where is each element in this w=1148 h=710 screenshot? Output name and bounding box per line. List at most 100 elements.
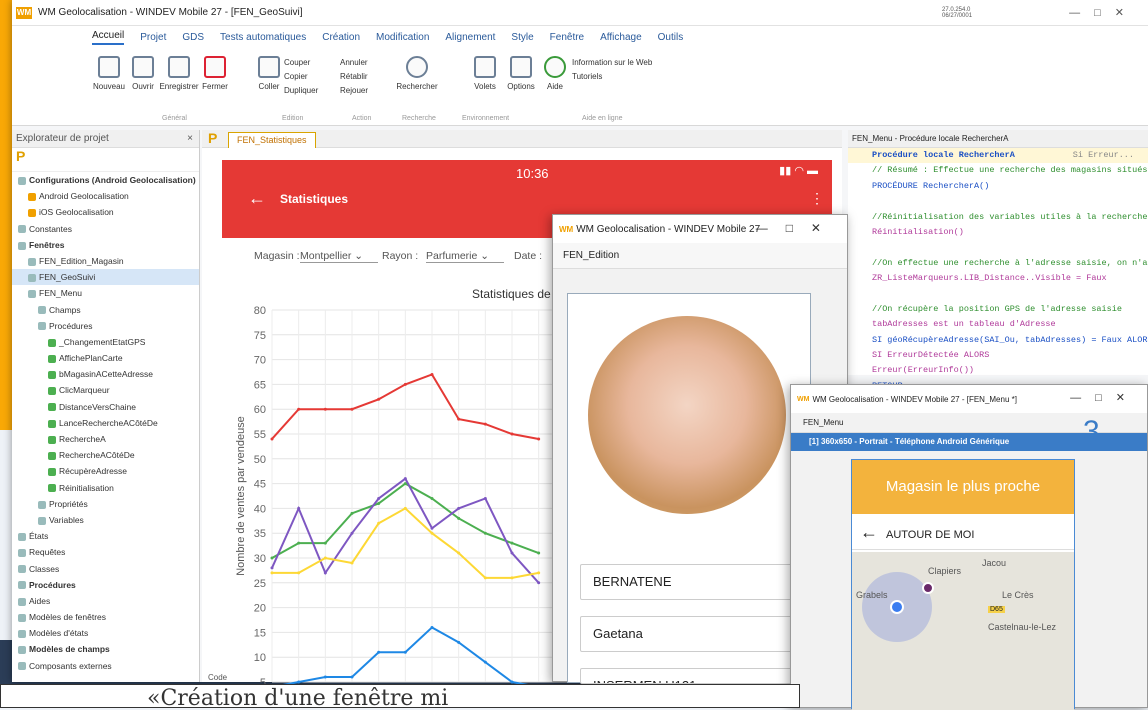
code-line[interactable]: //On effectue une recherche à l'adresse … — [848, 256, 1148, 271]
data-point — [537, 571, 541, 575]
lastname-field[interactable]: BERNATENE — [580, 564, 804, 600]
clipboard-group[interactable]: Couper Copier Dupliquer — [284, 56, 326, 98]
code-line[interactable]: //On récupère la position GPS de l'adres… — [848, 302, 1148, 317]
map-marker-icon[interactable] — [922, 582, 934, 594]
search-button[interactable]: Rechercher — [392, 56, 442, 91]
menu-item[interactable]: Fenêtre — [550, 32, 584, 43]
tree-item[interactable]: Modèles de fenêtres — [12, 609, 199, 625]
code-tab[interactable]: FEN_Menu - Procédure locale RechercherA — [848, 130, 1148, 148]
menu-bar: Accueil Projet GDS Tests automatiques Créati… — [12, 26, 1148, 48]
explorer-title: Explorateur de projet × — [12, 130, 199, 148]
copy-button[interactable]: Copier — [284, 70, 326, 84]
menu-item[interactable]: Accueil — [92, 30, 125, 45]
win2-controls[interactable]: —□✕ — [1070, 391, 1139, 404]
tree-item[interactable]: Procédures — [12, 577, 199, 593]
code-line[interactable]: Réinitialisation() — [848, 225, 1148, 240]
code-line[interactable] — [848, 194, 1148, 209]
window-controls[interactable]: —□✕ — [1069, 6, 1138, 19]
web-info-link[interactable]: Information sur le Web — [572, 56, 692, 70]
tree-item[interactable]: FEN_Edition_Magasin — [12, 253, 199, 269]
tree-item[interactable]: Requêtes — [12, 544, 199, 560]
tree-item[interactable]: AffichePlanCarte — [12, 350, 199, 366]
tree-item[interactable]: Fenêtres — [12, 237, 199, 253]
tab-fen-statistiques[interactable]: FEN_Statistiques — [228, 132, 316, 148]
tree-item[interactable]: FEN_GeoSuivi — [12, 269, 199, 286]
overflow-menu-icon[interactable]: ⋮ — [810, 190, 824, 207]
duplicate-button[interactable]: Dupliquer — [284, 84, 326, 98]
around-me-button[interactable]: ← AUTOUR DE MOI — [852, 514, 1074, 550]
menu-item[interactable]: GDS — [182, 32, 204, 43]
undo-button[interactable]: Annuler — [340, 56, 382, 70]
tree-item[interactable]: iOS Geolocalisation — [12, 204, 199, 220]
code-line[interactable]: tabAdresses est un tableau d'Adresse — [848, 317, 1148, 332]
tree-item[interactable]: Propriétés — [12, 496, 199, 512]
tree-item[interactable]: ClicMarqueur — [12, 382, 199, 398]
code-line[interactable]: // Résumé : Effectue une recherche des m… — [848, 163, 1148, 178]
replay-button[interactable]: Rejouer — [340, 84, 382, 98]
store-select[interactable]: Montpellier ⌄ — [300, 250, 378, 263]
tree-item[interactable]: Variables — [12, 512, 199, 528]
code-line[interactable]: SI ErreurDétectée ALORS — [848, 348, 1148, 363]
tree-item[interactable]: RécupèreAdresse — [12, 463, 199, 479]
tutorials-link[interactable]: Tutoriels — [572, 70, 692, 84]
tree-item-icon — [48, 484, 56, 493]
department-select[interactable]: Parfumerie ⌄ — [426, 250, 504, 263]
tree-item[interactable]: Classes — [12, 561, 199, 577]
close-icon[interactable]: × — [187, 130, 193, 148]
app-logo: WM — [559, 224, 574, 234]
tree-item[interactable]: Constantes — [12, 221, 199, 237]
menu-item[interactable]: Création — [322, 32, 360, 43]
win1-tab[interactable]: FEN_Edition — [553, 243, 847, 269]
tree-item[interactable]: LanceRechercheACôtéDe — [12, 415, 199, 431]
map[interactable]: Clapiers Jacou Grabels Le Crès Castelnau… — [852, 552, 1074, 710]
firstname-field[interactable]: Gaetana — [580, 616, 804, 652]
tree-item[interactable]: Aides — [12, 593, 199, 609]
tree-item[interactable]: Composants externes — [12, 658, 199, 674]
code-line[interactable] — [848, 240, 1148, 255]
code-line[interactable]: ZR_ListeMarqueurs.LIB_Distance..Visible … — [848, 271, 1148, 286]
menu-item[interactable]: Modification — [376, 32, 429, 43]
tree-item-icon — [48, 354, 56, 363]
code-line[interactable]: SI géoRécupèreAdresse(SAI_Ou, tabAdresse… — [848, 333, 1148, 348]
tree-item[interactable]: FEN_Menu — [12, 285, 199, 301]
company-field[interactable]: INSERMEN U121 — [580, 668, 804, 684]
current-location-dot — [890, 600, 904, 614]
tree-item[interactable]: bMagasinACetteAdresse — [12, 366, 199, 382]
tree-item[interactable]: Modèles d'états — [12, 625, 199, 641]
tree-item[interactable]: États — [12, 528, 199, 544]
window-title: WM Geolocalisation - WINDEV Mobile 27 - … — [38, 7, 303, 18]
tree-item[interactable]: Android Geolocalisation — [12, 188, 199, 204]
web-links[interactable]: Information sur le Web Tutoriels — [572, 56, 692, 84]
undo-group[interactable]: Annuler Rétablir Rejouer — [340, 56, 382, 98]
code-line[interactable]: PROCÉDURE RechercherA() — [848, 179, 1148, 194]
menu-item[interactable]: Outils — [658, 32, 684, 43]
tree-item[interactable]: RechercheACôtéDe — [12, 447, 199, 463]
tree-item[interactable]: Procédures — [12, 318, 199, 334]
back-arrow-icon[interactable]: ← — [248, 188, 266, 209]
tree-item[interactable]: Configurations (Android Geolocalisation) — [12, 172, 199, 188]
menu-item[interactable]: Alignement — [445, 32, 495, 43]
menu-item[interactable]: Tests automatiques — [220, 32, 306, 43]
help-button[interactable]: Aide — [534, 56, 576, 91]
code-line[interactable]: //Réinitialisation des variables utiles … — [848, 210, 1148, 225]
tree-item-icon — [38, 322, 46, 331]
group-label: Aide en ligne — [582, 115, 623, 122]
tree-item[interactable]: Réinitialisation — [12, 480, 199, 496]
tree-item[interactable]: Modèles de champs — [12, 641, 199, 657]
menu-item[interactable]: Style — [511, 32, 533, 43]
data-point — [377, 501, 381, 505]
tree-item[interactable]: Champs — [12, 302, 199, 318]
cut-button[interactable]: Couper — [284, 56, 326, 70]
code-line[interactable]: Erreur(ErreurInfo()) — [848, 363, 1148, 378]
redo-button[interactable]: Rétablir — [340, 70, 382, 84]
code-line[interactable] — [848, 287, 1148, 302]
tree-item[interactable]: RechercheA — [12, 431, 199, 447]
menu-item[interactable]: Affichage — [600, 32, 642, 43]
department-label: Rayon : — [382, 250, 419, 262]
tree-item[interactable]: _ChangementEtatGPS — [12, 334, 199, 350]
close-button[interactable]: Fermer — [194, 56, 236, 91]
win1-title: WM Geolocalisation - WINDEV Mobile 27 — [576, 223, 761, 235]
win1-controls[interactable]: —□✕ — [756, 221, 839, 235]
menu-item[interactable]: Projet — [140, 32, 166, 43]
tree-item[interactable]: DistanceVersChaine — [12, 399, 199, 415]
